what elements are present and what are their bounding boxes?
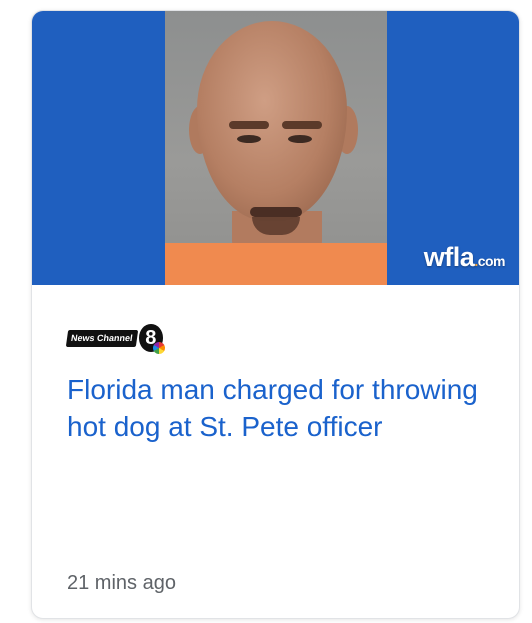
portrait-eye-right: [288, 135, 312, 143]
news-channel-8-logo: News Channel 8: [65, 322, 165, 354]
portrait-shirt: [165, 243, 387, 285]
portrait-head: [197, 21, 347, 221]
portrait-eye-left: [237, 135, 261, 143]
wfla-watermark: wfla.com: [423, 242, 506, 273]
source-logo-number: 8: [138, 324, 165, 354]
source-logo-text: News Channel: [65, 329, 138, 347]
nbc-peacock-icon: [153, 342, 165, 354]
portrait-brow-left: [229, 121, 269, 129]
watermark-tld: com: [477, 253, 506, 269]
article-timestamp: 21 mins ago: [67, 572, 176, 594]
watermark-brand: wfla: [423, 242, 475, 272]
article-headline[interactable]: Florida man charged for throwing hot dog…: [67, 371, 487, 445]
article-thumbnail[interactable]: wfla.com: [32, 11, 519, 285]
portrait-mouth: [250, 207, 302, 217]
portrait-brow-right: [282, 121, 322, 129]
news-card[interactable]: wfla.com News Channel 8 Florida man char…: [31, 10, 520, 619]
